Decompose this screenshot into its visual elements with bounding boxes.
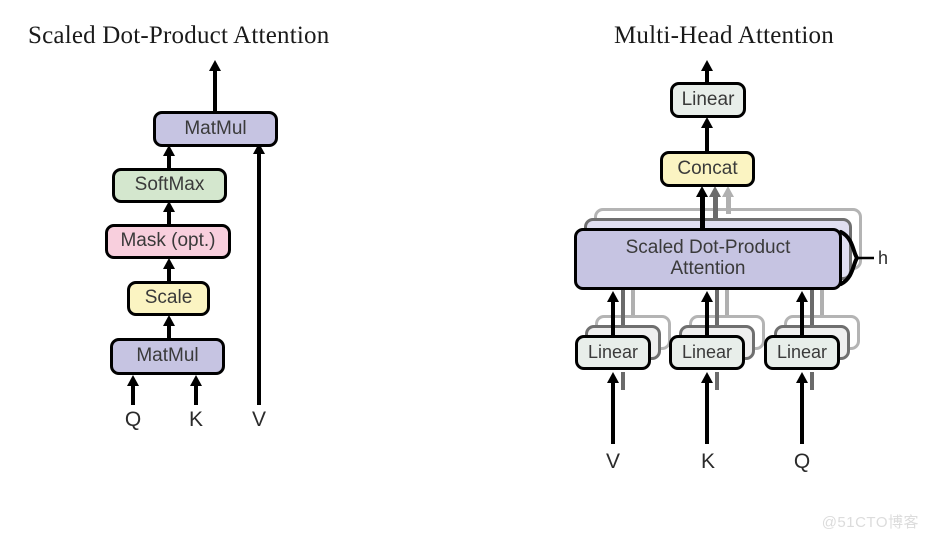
node-label: Scaled Dot-Product Attention — [625, 237, 791, 279]
mha-v-input-line — [611, 382, 615, 444]
input-label-k: K — [181, 408, 211, 432]
k-input-line — [194, 385, 198, 405]
head-output-line-1 — [700, 196, 705, 231]
v-input-line — [257, 152, 261, 405]
label-text: V — [251, 408, 266, 431]
head-output-arrow-head-1 — [696, 186, 708, 197]
node-label: Linear — [587, 341, 639, 362]
node-label: MatMul — [136, 345, 199, 367]
head-output-line-2 — [713, 196, 718, 218]
mha-q-input-line — [800, 382, 804, 444]
node-concat[interactable]: Concat — [660, 151, 755, 187]
label-text: K — [188, 408, 203, 431]
mha-q-input-arrow-head — [796, 372, 808, 383]
input-label-q: Q — [118, 408, 148, 432]
label-text: h — [878, 248, 889, 268]
mha-k-input-line-ghost — [715, 372, 719, 390]
input-label-v: V — [244, 408, 274, 432]
linear-k-to-sdpa-line-ghost1 — [715, 290, 719, 325]
linear-v-to-sdpa-arrow-head — [607, 291, 619, 302]
node-mask[interactable]: Mask (opt.) — [105, 224, 231, 259]
node-scale[interactable]: Scale — [127, 281, 210, 316]
node-label: Scale — [144, 287, 193, 309]
diagram-canvas: Scaled Dot-Product Attention Multi-Head … — [0, 0, 935, 540]
concat-to-linear-arrow-head — [701, 117, 713, 128]
right-panel-title: Multi-Head Attention — [614, 22, 834, 49]
head-output-arrow-head-2 — [709, 186, 721, 197]
label-text: K — [700, 450, 715, 473]
q-input-arrow-head — [127, 375, 139, 386]
linear-q-to-sdpa-line-ghost1 — [810, 290, 814, 325]
linear-k-to-sdpa-line — [705, 300, 709, 335]
node-label: Linear — [776, 341, 828, 362]
left-panel-title: Scaled Dot-Product Attention — [28, 22, 330, 49]
node-label: SoftMax — [134, 174, 205, 196]
head-output-arrow-head-3 — [722, 186, 734, 197]
node-linear-k[interactable]: Linear — [669, 335, 745, 370]
node-matmul-top[interactable]: MatMul — [153, 111, 278, 147]
mha-q-input-line-ghost — [810, 372, 814, 390]
node-label: Linear — [681, 88, 735, 110]
mha-v-input-line-ghost — [621, 372, 625, 390]
node-linear-q[interactable]: Linear — [764, 335, 840, 370]
mha-k-input-arrow-head — [701, 372, 713, 383]
scale-to-mask-arrow-head — [163, 258, 175, 269]
linear-v-to-sdpa-line-ghost1 — [621, 290, 625, 325]
node-label: MatMul — [184, 117, 247, 139]
node-linear-v[interactable]: Linear — [575, 335, 651, 370]
mha-input-label-q: Q — [787, 450, 817, 474]
node-label: Linear — [681, 341, 733, 362]
node-scaled-dot-product-attention[interactable]: Scaled Dot-Product Attention — [574, 228, 842, 290]
watermark: @51CTO博客 — [821, 514, 919, 531]
k-input-arrow-head — [190, 375, 202, 386]
label-text: V — [605, 450, 620, 473]
node-linear-output[interactable]: Linear — [670, 82, 746, 118]
node-label: Concat — [677, 157, 738, 179]
mha-input-label-v: V — [598, 450, 628, 474]
matmul-to-scale-arrow-head — [163, 315, 175, 326]
head-count-label: h — [878, 248, 888, 269]
output-arrow-line — [213, 68, 217, 113]
label-text: Q — [793, 450, 811, 473]
linear-q-to-sdpa-line — [800, 300, 804, 335]
output-arrow-head — [209, 60, 221, 71]
mha-v-input-arrow-head — [607, 372, 619, 383]
head-count-brace-icon — [839, 230, 874, 286]
linear-k-to-sdpa-arrow-head — [701, 291, 713, 302]
mha-output-arrow-head — [701, 60, 713, 71]
mha-input-label-k: K — [693, 450, 723, 474]
mha-k-input-line — [705, 382, 709, 444]
head-output-line-3 — [726, 196, 731, 214]
label-text: Q — [124, 408, 142, 431]
linear-q-to-sdpa-arrow-head — [796, 291, 808, 302]
q-input-line — [131, 385, 135, 405]
linear-v-to-sdpa-line — [611, 300, 615, 335]
concat-to-linear-line — [705, 127, 709, 152]
node-label: Mask (opt.) — [120, 230, 216, 252]
node-matmul-bottom[interactable]: MatMul — [110, 338, 225, 375]
node-softmax[interactable]: SoftMax — [112, 168, 227, 203]
